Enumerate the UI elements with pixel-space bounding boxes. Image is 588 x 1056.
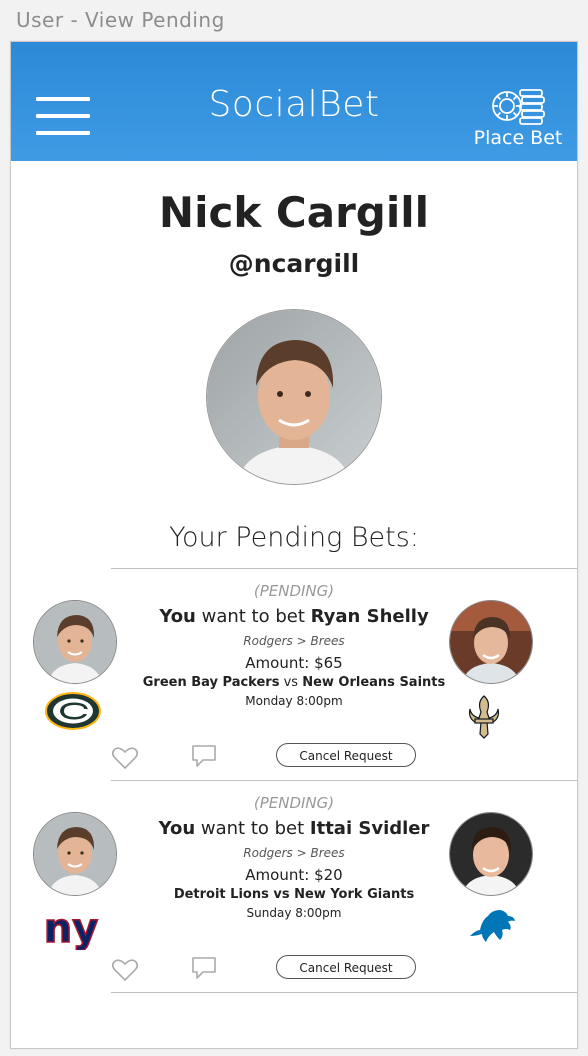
comment-icon[interactable] <box>191 956 217 980</box>
like-heart-icon[interactable] <box>111 746 139 770</box>
pending-bet-card: (PENDING) You want to bet Ittai Svidler … <box>11 780 577 992</box>
phone-screen: SocialBet Place Bet Nick Cargill @ncargi… <box>10 41 578 1049</box>
home-team: Green Bay Packers <box>142 675 280 690</box>
window-title: User - View Pending <box>16 8 225 32</box>
bet-you-label: You <box>159 606 196 627</box>
user-avatar[interactable] <box>33 600 117 684</box>
vs-label: vs <box>279 675 303 690</box>
bet-connector: want to bet <box>195 818 310 839</box>
bet-connector: want to bet <box>195 606 311 627</box>
packers-logo-icon <box>45 692 101 734</box>
pending-section-title: Your Pending Bets: <box>169 522 419 553</box>
app-header: SocialBet Place Bet <box>11 42 577 161</box>
away-team: New York Giants <box>294 887 415 902</box>
profile-name: Nick Cargill <box>158 188 430 237</box>
away-team: New Orleans Saints <box>302 675 446 690</box>
opponent-avatar[interactable] <box>449 600 533 684</box>
profile-avatar <box>206 309 382 485</box>
bet-status: (PENDING) <box>253 582 335 600</box>
bet-status: (PENDING) <box>253 794 335 812</box>
lions-logo-icon <box>466 906 518 948</box>
chips-icon <box>492 89 545 125</box>
cancel-request-button[interactable]: Cancel Request <box>276 955 416 979</box>
opponent-avatar[interactable] <box>449 812 533 896</box>
divider <box>111 992 577 993</box>
bet-opponent-name[interactable]: Ryan Shelly <box>311 606 429 627</box>
home-team: Detroit Lions <box>173 887 269 902</box>
profile-handle: @ncargill <box>228 249 360 278</box>
bet-you-label: You <box>158 818 196 839</box>
svg-text:ny: ny <box>44 906 99 950</box>
bet-opponent-name[interactable]: Ittai Svidler <box>310 818 430 839</box>
place-bet-button[interactable]: Place Bet <box>463 87 573 152</box>
place-bet-label: Place Bet <box>473 127 563 149</box>
giants-logo-icon: ny <box>42 905 100 954</box>
pending-bet-card: (PENDING) You want to bet Ryan Shelly Ro… <box>11 568 577 780</box>
vs-label: vs <box>268 887 295 902</box>
comment-icon[interactable] <box>191 744 217 768</box>
cancel-request-button[interactable]: Cancel Request <box>276 743 416 767</box>
user-avatar[interactable] <box>33 812 117 896</box>
saints-logo-icon <box>467 694 501 744</box>
like-heart-icon[interactable] <box>111 958 139 982</box>
